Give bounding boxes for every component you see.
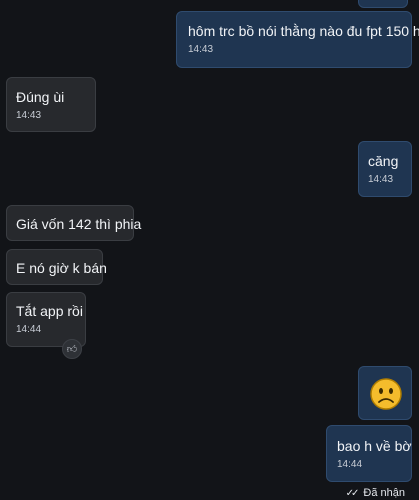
message-bubble-incoming[interactable]: Đúng ùi 14:43 [6, 77, 96, 132]
message-time: 14:44 [337, 459, 363, 470]
sad-face-sticker [370, 378, 402, 410]
sticker-bubble[interactable] [358, 366, 412, 420]
message-text: E nó giờ k bán [16, 260, 107, 276]
message-bubble-partial[interactable] [358, 0, 408, 8]
thumbs-up-icon: 👍︎ [66, 344, 78, 355]
message-time: 14:44 [16, 324, 42, 335]
message-text: hôm trc bồ nói thằng nào đu fpt 150 hả [188, 23, 419, 39]
message-text: Giá vốn 142 thì phia [16, 216, 142, 232]
message-bubble-outgoing[interactable]: hôm trc bồ nói thằng nào đu fpt 150 hả 1… [176, 11, 419, 68]
message-text: bao h về bờ [337, 438, 412, 454]
message-text: căng [368, 153, 399, 169]
message-time: 14:43 [188, 44, 214, 55]
message-bubble-outgoing[interactable]: căng 14:43 [358, 141, 412, 197]
message-bubble-incoming[interactable]: Giá vốn 142 thì phia [6, 205, 142, 241]
message-text: Đúng ùi [16, 89, 65, 105]
message-time: 14:43 [368, 174, 394, 185]
double-check-icon: ✓✓ [345, 488, 360, 499]
reaction-badge[interactable]: 👍︎ [62, 339, 82, 359]
delivery-status-text: Đã nhận [363, 487, 405, 499]
message-time: 14:43 [16, 110, 42, 121]
message-bubble-outgoing[interactable]: bao h về bờ 14:44 [326, 425, 412, 482]
message-bubble-incoming[interactable]: E nó giờ k bán [6, 249, 107, 285]
delivery-status: ✓✓ Đã nhận [346, 487, 405, 500]
message-text: Tắt app rồi [16, 303, 83, 319]
